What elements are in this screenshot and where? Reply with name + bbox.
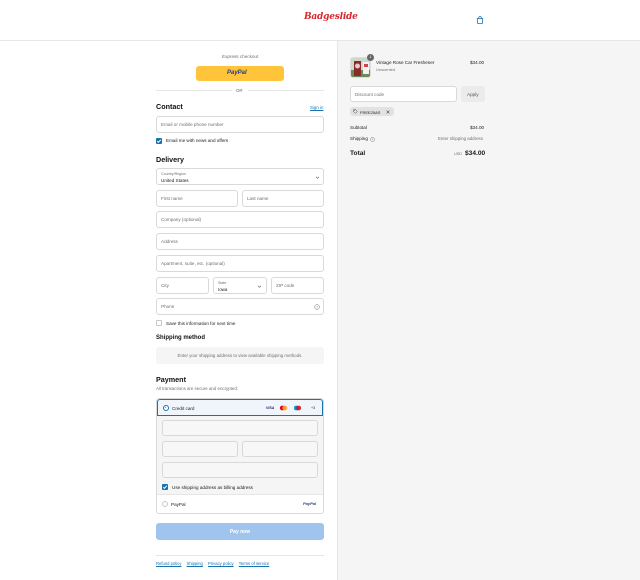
last-name-field[interactable]: Last name bbox=[242, 190, 324, 207]
shipping-method-notice: Enter your shipping address to view avai… bbox=[156, 347, 324, 364]
order-summary: 1 Vintage Rose Car Freshener Unscented $… bbox=[337, 41, 640, 580]
checkout-form: Express checkout PayPal OR Contact Sign … bbox=[0, 41, 337, 580]
save-info-checkbox[interactable] bbox=[156, 320, 162, 326]
contact-title: Contact bbox=[156, 102, 183, 111]
maestro-icon bbox=[293, 405, 302, 411]
paypal-logo-icon: PayPal bbox=[303, 501, 317, 506]
privacy-policy-link[interactable]: Privacy policy bbox=[208, 561, 234, 566]
last-name-placeholder: Last name bbox=[247, 196, 269, 201]
chevron-down-icon bbox=[315, 176, 320, 179]
phone-placeholder: Phone bbox=[161, 304, 175, 309]
city-placeholder: City bbox=[161, 283, 169, 288]
payment-options: Credit card VISA +3 Use shipping address… bbox=[156, 398, 324, 514]
save-info-label: Save this information for next time bbox=[166, 320, 236, 326]
mastercard-icon bbox=[279, 405, 288, 411]
svg-text:?: ? bbox=[316, 305, 318, 309]
tag-icon bbox=[353, 109, 358, 114]
paypal-label: PayPal bbox=[171, 501, 186, 507]
close-icon[interactable] bbox=[386, 109, 390, 114]
or-divider-left bbox=[156, 90, 232, 91]
billing-same-checkbox[interactable] bbox=[162, 484, 168, 490]
apply-label: Apply bbox=[467, 91, 479, 97]
country-label: Country/Region bbox=[161, 171, 186, 176]
subtotal-value: $34.00 bbox=[470, 125, 485, 130]
zip-placeholder: ZIP code bbox=[276, 283, 295, 288]
or-separator: OR bbox=[236, 88, 243, 93]
state-label: State bbox=[218, 280, 227, 285]
discount-tag: FREE25AS bbox=[350, 107, 394, 116]
total-value: $34.00 bbox=[465, 150, 486, 157]
discount-code-field[interactable]: Discount code bbox=[350, 86, 457, 102]
card-name-field[interactable] bbox=[162, 462, 318, 478]
company-placeholder: Company (optional) bbox=[161, 217, 202, 222]
credit-card-form: Use shipping address as billing address bbox=[157, 416, 323, 495]
product-name: Vintage Rose Car Freshener bbox=[376, 60, 435, 65]
newsletter-label: Email me with news and offers bbox=[166, 138, 229, 143]
more-cards-badge: +3 bbox=[311, 406, 316, 410]
product-price: $34.00 bbox=[470, 60, 485, 65]
help-circle-icon[interactable]: ? bbox=[370, 136, 375, 142]
chevron-down-icon bbox=[257, 285, 262, 288]
total-label: Total bbox=[350, 150, 366, 157]
product-variant: Unscented bbox=[376, 67, 396, 72]
discount-code-label: FREE25AS bbox=[360, 109, 381, 115]
state-select[interactable]: State Iowa bbox=[213, 277, 267, 294]
phone-field[interactable]: Phone ? bbox=[156, 298, 324, 315]
city-field[interactable]: City bbox=[156, 277, 209, 294]
discount-placeholder: Discount code bbox=[355, 92, 385, 97]
express-checkout-label: Express checkout bbox=[222, 54, 259, 59]
company-field[interactable]: Company (optional) bbox=[156, 211, 324, 228]
zip-field[interactable]: ZIP code bbox=[271, 277, 324, 294]
first-name-field[interactable]: First name bbox=[156, 190, 238, 207]
shipping-method-message: Enter your shipping address to view avai… bbox=[177, 353, 303, 358]
credit-card-option[interactable]: Credit card VISA +3 bbox=[157, 399, 323, 416]
paypal-radio[interactable] bbox=[162, 501, 168, 507]
pay-now-label: Pay now bbox=[229, 529, 251, 535]
apply-discount-button[interactable]: Apply bbox=[461, 86, 485, 102]
apartment-placeholder: Apartment, suite, etc. (optional) bbox=[161, 261, 225, 266]
payment-subtitle: All transactions are secure and encrypte… bbox=[156, 386, 239, 391]
shipping-method-title: Shipping method bbox=[156, 335, 205, 341]
country-select[interactable]: Country/Region United States bbox=[156, 168, 324, 185]
billing-same-label: Use shipping address as billing address bbox=[172, 484, 253, 490]
visa-icon: VISA bbox=[266, 406, 275, 410]
first-name-placeholder: First name bbox=[161, 196, 183, 201]
terms-of-service-link[interactable]: Terms of service bbox=[239, 561, 269, 566]
pay-now-button[interactable]: Pay now bbox=[156, 523, 324, 540]
bag-icon[interactable] bbox=[476, 16, 484, 24]
currency-code: USD bbox=[454, 152, 463, 156]
payment-title: Payment bbox=[156, 375, 186, 384]
paypal-express-button[interactable]: PayPal bbox=[196, 66, 284, 81]
footer-links: Refund policy Shipping Privacy policy Te… bbox=[156, 561, 273, 566]
shipping-label: Shipping bbox=[350, 136, 368, 141]
card-number-field[interactable] bbox=[162, 420, 318, 436]
or-divider-right bbox=[248, 90, 324, 91]
newsletter-checkbox[interactable] bbox=[156, 138, 162, 144]
paypal-option[interactable]: PayPal PayPal bbox=[157, 495, 323, 513]
address-field[interactable]: Address bbox=[156, 233, 324, 250]
apartment-field[interactable]: Apartment, suite, etc. (optional) bbox=[156, 255, 324, 272]
checkout-header: Badgeslide bbox=[0, 0, 640, 41]
product-image bbox=[351, 58, 370, 77]
delivery-title: Delivery bbox=[156, 155, 184, 164]
credit-card-radio[interactable] bbox=[163, 405, 169, 411]
state-value: Iowa bbox=[218, 286, 228, 292]
subtotal-label: Subtotal bbox=[350, 125, 367, 130]
email-placeholder: Email or mobile phone number bbox=[161, 122, 224, 127]
card-cvv-field[interactable] bbox=[242, 441, 318, 457]
quantity-badge: 1 bbox=[367, 54, 374, 61]
email-field[interactable]: Email or mobile phone number bbox=[156, 116, 324, 133]
credit-card-label: Credit card bbox=[172, 405, 195, 411]
address-placeholder: Address bbox=[161, 239, 178, 244]
shipping-value: Enter shipping address bbox=[438, 136, 483, 141]
card-expiry-field[interactable] bbox=[162, 441, 238, 457]
footer-divider bbox=[156, 555, 324, 556]
paypal-express-label: PayPal bbox=[227, 70, 247, 76]
shipping-link[interactable]: Shipping bbox=[187, 561, 203, 566]
sign-in-link[interactable]: Sign in bbox=[310, 105, 323, 110]
refund-policy-link[interactable]: Refund policy bbox=[156, 561, 181, 566]
help-circle-icon[interactable]: ? bbox=[314, 304, 320, 310]
country-value: United States bbox=[161, 177, 189, 183]
brand-logo[interactable]: Badgeslide bbox=[304, 12, 358, 22]
